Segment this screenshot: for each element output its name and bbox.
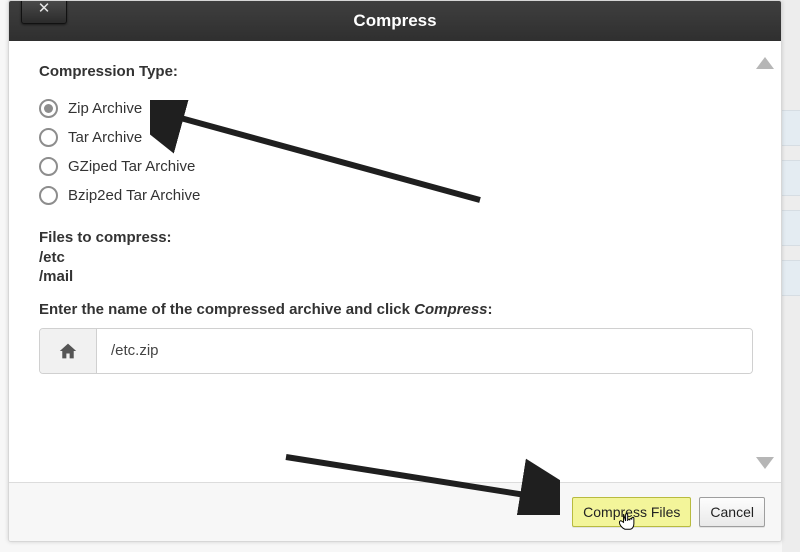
files-to-compress-block: Files to compress: /etc /mail <box>39 228 751 287</box>
radio-gziped-tar-archive[interactable]: GZiped Tar Archive <box>39 152 751 181</box>
dialog-titlebar: ✕ Compress <box>9 1 781 41</box>
radio-icon <box>39 186 58 205</box>
close-icon: ✕ <box>38 0 51 17</box>
files-to-compress-label: Files to compress: <box>39 228 751 248</box>
cancel-button[interactable]: Cancel <box>699 497 765 527</box>
prompt-prefix: Enter the name of the compressed archive… <box>39 301 414 318</box>
archive-name-input[interactable] <box>97 329 752 373</box>
prompt-suffix: : <box>488 301 493 318</box>
home-button[interactable] <box>40 329 97 373</box>
dialog-footer: Compress Files Cancel <box>9 482 781 541</box>
radio-label: Tar Archive <box>68 129 142 146</box>
prompt-emph: Compress <box>414 301 487 318</box>
radio-bzip2ed-tar-archive[interactable]: Bzip2ed Tar Archive <box>39 181 751 210</box>
file-path: /etc <box>39 248 751 268</box>
archive-name-prompt: Enter the name of the compressed archive… <box>39 301 751 318</box>
dialog-body: Compression Type: Zip Archive Tar Archiv… <box>9 41 781 483</box>
dialog-title: Compress <box>353 11 436 31</box>
home-icon <box>58 342 78 360</box>
archive-name-input-group <box>39 328 753 374</box>
radio-icon <box>39 157 58 176</box>
bg-stub <box>782 260 800 296</box>
close-button[interactable]: ✕ <box>21 0 67 24</box>
radio-icon <box>39 128 58 147</box>
compress-dialog: ✕ Compress Compression Type: Zip Archive… <box>8 0 782 542</box>
radio-zip-archive[interactable]: Zip Archive <box>39 94 751 123</box>
compression-type-radiogroup: Zip Archive Tar Archive GZiped Tar Archi… <box>39 94 751 210</box>
radio-label: Bzip2ed Tar Archive <box>68 187 200 204</box>
bg-stub <box>782 210 800 246</box>
bg-stub <box>782 110 800 146</box>
radio-label: Zip Archive <box>68 100 142 117</box>
file-path: /mail <box>39 267 751 287</box>
radio-tar-archive[interactable]: Tar Archive <box>39 123 751 152</box>
bg-stub <box>782 160 800 196</box>
radio-icon <box>39 99 58 118</box>
compression-type-label: Compression Type: <box>39 63 751 80</box>
compress-files-button[interactable]: Compress Files <box>572 497 691 527</box>
radio-label: GZiped Tar Archive <box>68 158 195 175</box>
background-strip <box>782 0 800 552</box>
